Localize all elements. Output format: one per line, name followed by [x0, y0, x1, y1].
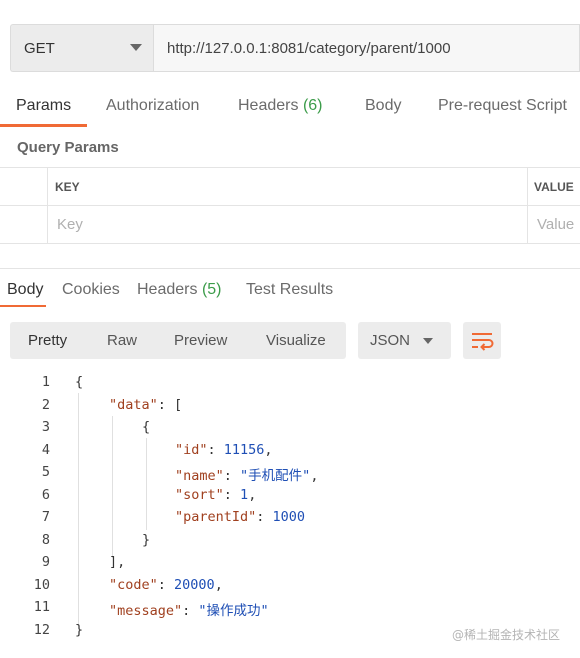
code-line: "id": 11156, — [175, 442, 273, 458]
code-line: { — [142, 419, 150, 435]
response-tab-headers[interactable]: Headers (5) — [137, 281, 222, 299]
table-col-divider — [527, 167, 528, 244]
code-line: ], — [109, 554, 125, 570]
indent-guide — [146, 438, 147, 530]
tab-headers[interactable]: Headers (6) — [238, 97, 323, 115]
code-line: "code": 20000, — [109, 577, 223, 593]
method-label: GET — [24, 39, 55, 57]
response-tab-headers-label: Headers — [137, 281, 198, 298]
code-line: { — [75, 374, 83, 390]
tab-headers-label: Headers — [238, 97, 299, 114]
json-value: 1 — [240, 487, 249, 503]
key-input[interactable]: Key — [57, 216, 83, 233]
url-text: http://127.0.0.1:8081/category/parent/10… — [167, 39, 451, 57]
column-header-key: KEY — [55, 180, 80, 194]
table-border-top — [0, 167, 580, 168]
response-tab-test-results[interactable]: Test Results — [246, 281, 333, 299]
table-header-divider — [0, 205, 580, 206]
line-number: 2 — [41, 397, 50, 413]
json-key: "id" — [175, 442, 208, 458]
active-tab-indicator — [0, 124, 87, 127]
line-number: 6 — [41, 487, 50, 503]
tab-params-label: Params — [16, 97, 72, 114]
response-active-tab-indicator — [0, 305, 46, 307]
line-number: 7 — [41, 509, 50, 525]
json-brace: { — [75, 374, 84, 390]
tab-pre-request-label: Pre-request Script — [438, 97, 567, 114]
view-raw-button[interactable]: Raw — [107, 332, 137, 349]
line-number: 4 — [41, 442, 50, 458]
json-value: 1000 — [272, 509, 306, 525]
response-divider — [0, 268, 580, 269]
json-brace: } — [75, 622, 84, 638]
view-preview-button[interactable]: Preview — [174, 332, 227, 349]
view-pretty-button[interactable]: Pretty — [28, 332, 67, 349]
chevron-down-icon — [130, 44, 142, 51]
url-input[interactable]: http://127.0.0.1:8081/category/parent/10… — [153, 24, 580, 72]
json-value: 20000 — [174, 577, 215, 593]
method-select[interactable]: GET — [10, 24, 153, 72]
tab-params[interactable]: Params — [16, 97, 71, 115]
json-brace: { — [142, 419, 151, 435]
code-line: "message": "操作成功" — [109, 603, 269, 619]
tab-body-label: Body — [365, 97, 402, 114]
column-header-value: VALUE — [534, 180, 574, 194]
query-params-title: Query Params — [17, 139, 119, 156]
wrap-lines-button[interactable] — [463, 322, 501, 359]
line-number: 8 — [41, 532, 50, 548]
tab-authorization[interactable]: Authorization — [106, 97, 199, 115]
tab-pre-request-script[interactable]: Pre-request Script — [438, 97, 567, 115]
line-number: 12 — [33, 622, 50, 638]
tab-authorization-label: Authorization — [106, 97, 200, 114]
json-key: "data" — [109, 397, 158, 413]
json-key: "message" — [109, 603, 183, 619]
response-tab-cookies[interactable]: Cookies — [62, 281, 120, 299]
table-col-divider — [47, 167, 48, 244]
line-number: 11 — [33, 599, 50, 615]
json-key: "sort" — [175, 487, 224, 503]
format-select[interactable]: JSON — [358, 322, 451, 359]
json-key: "name" — [175, 468, 224, 484]
tab-body[interactable]: Body — [365, 97, 401, 115]
json-value: 11156 — [223, 442, 265, 458]
line-number: 3 — [41, 419, 50, 435]
code-line: "sort": 1, — [175, 487, 257, 503]
code-line: "data": [ — [109, 397, 183, 413]
view-mode-segmented-control: Pretty Raw Preview Visualize — [10, 322, 346, 359]
chevron-down-icon — [423, 338, 433, 344]
json-key: "parentId" — [175, 509, 257, 525]
json-value: "操作成功" — [198, 603, 269, 619]
response-tab-test-results-label: Test Results — [246, 281, 334, 298]
json-brace: } — [142, 532, 151, 548]
response-tab-body[interactable]: Body — [7, 281, 43, 299]
view-visualize-button[interactable]: Visualize — [266, 332, 326, 349]
headers-count-badge: (6) — [302, 97, 323, 114]
format-label: JSON — [370, 332, 411, 349]
table-border-bottom — [0, 243, 580, 244]
code-line: "name": "手机配件", — [175, 468, 319, 484]
json-bracket: [ — [174, 397, 183, 413]
json-value: "手机配件" — [240, 468, 311, 484]
json-key: "code" — [109, 577, 158, 593]
watermark: @稀土掘金技术社区 — [452, 628, 561, 642]
indent-guide — [78, 393, 79, 625]
line-number: 1 — [41, 374, 50, 390]
line-number: 9 — [41, 554, 50, 570]
value-input[interactable]: Value — [537, 216, 574, 233]
line-number: 5 — [41, 464, 50, 480]
response-headers-count-badge: (5) — [201, 281, 222, 298]
json-bracket: ], — [109, 554, 126, 570]
code-line: } — [75, 622, 83, 638]
code-line: "parentId": 1000 — [175, 509, 306, 525]
wrap-lines-icon — [472, 333, 494, 351]
response-tab-cookies-label: Cookies — [62, 281, 120, 298]
response-tab-body-label: Body — [7, 281, 44, 298]
indent-guide — [112, 416, 113, 558]
code-line: } — [142, 532, 150, 548]
line-number: 10 — [33, 577, 50, 593]
